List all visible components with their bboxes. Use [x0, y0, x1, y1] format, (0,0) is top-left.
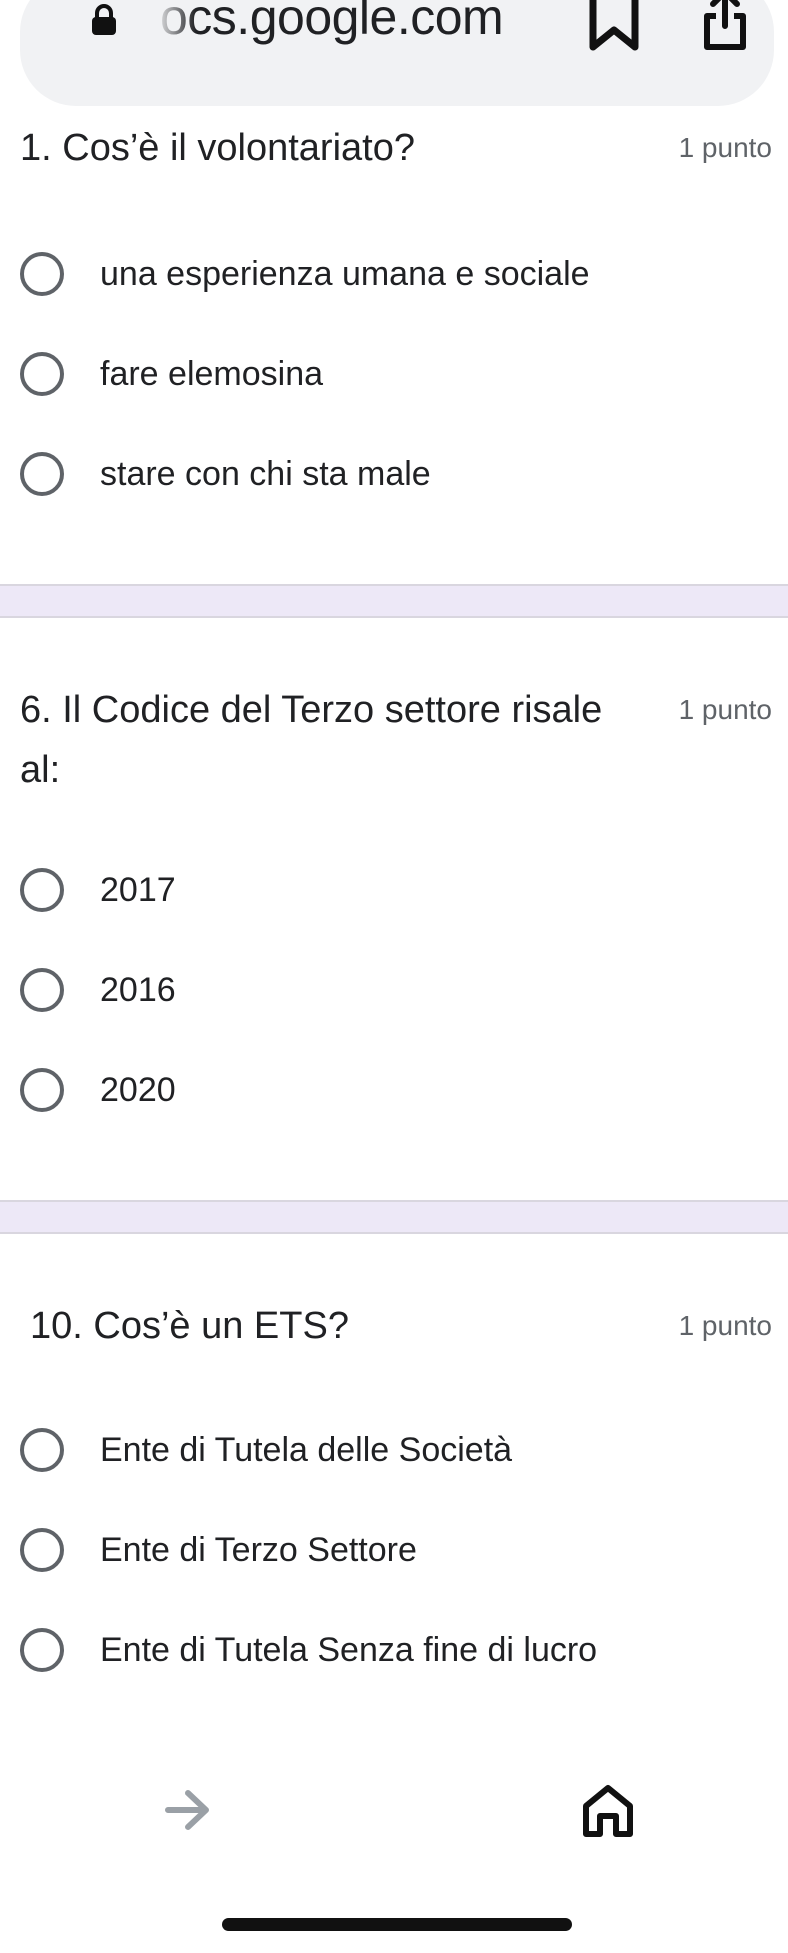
option-label: Ente di Tutela Senza fine di lucro	[100, 1630, 598, 1669]
radio-button[interactable]	[20, 1628, 64, 1672]
bookmark-icon[interactable]	[588, 0, 640, 52]
home-indicator[interactable]	[222, 1918, 572, 1931]
option-label: 2020	[100, 1070, 176, 1109]
option-radio[interactable]: stare con chi sta male	[20, 444, 431, 504]
url-fade	[150, 0, 196, 46]
option-label: stare con chi sta male	[100, 454, 431, 493]
option-label: 2016	[100, 970, 176, 1009]
section-divider	[0, 584, 788, 618]
lock-icon	[92, 4, 116, 35]
option-radio[interactable]: 2017	[20, 860, 176, 920]
radio-button[interactable]	[20, 352, 64, 396]
radio-button[interactable]	[20, 252, 64, 296]
option-label: una esperienza umana e sociale	[100, 254, 590, 293]
option-radio[interactable]: 2016	[20, 960, 176, 1020]
option-label: Ente di Tutela delle Società	[100, 1430, 513, 1469]
address-bar[interactable]: ocs.google.com	[20, 0, 774, 106]
share-icon[interactable]	[702, 0, 748, 52]
question-points: 1 punto	[678, 132, 772, 163]
option-label: Ente di Terzo Settore	[100, 1530, 417, 1569]
radio-button[interactable]	[20, 452, 64, 496]
option-label: 2017	[100, 870, 176, 909]
option-radio[interactable]: Ente di Terzo Settore	[20, 1520, 417, 1580]
option-radio[interactable]: 2020	[20, 1060, 176, 1120]
section-divider	[0, 1200, 788, 1234]
question-title: 10. Cos’è un ETS?	[30, 1305, 349, 1347]
radio-button[interactable]	[20, 1528, 64, 1572]
radio-button[interactable]	[20, 868, 64, 912]
radio-button[interactable]	[20, 1428, 64, 1472]
form-page: ocs.google.com 1. Cos’è il volontariato?…	[0, 0, 788, 1953]
question-title: 1. Cos’è il volontariato?	[20, 127, 415, 169]
radio-button[interactable]	[20, 1068, 64, 1112]
radio-button[interactable]	[20, 968, 64, 1012]
home-icon[interactable]	[582, 1784, 634, 1838]
option-label: fare elemosina	[100, 354, 324, 393]
option-radio[interactable]: una esperienza umana e sociale	[20, 244, 590, 304]
question-title: 6. Il Codice del Terzo settore risale al…	[20, 689, 603, 791]
option-radio[interactable]: Ente di Tutela delle Società	[20, 1420, 512, 1480]
question-points: 1 punto	[678, 1310, 772, 1341]
question-points: 1 punto	[678, 694, 772, 725]
url-text[interactable]: ocs.google.com	[160, 0, 504, 46]
option-radio[interactable]: Ente di Tutela Senza fine di lucro	[20, 1620, 597, 1680]
forward-arrow-icon[interactable]	[164, 1788, 212, 1832]
option-radio[interactable]: fare elemosina	[20, 344, 323, 404]
